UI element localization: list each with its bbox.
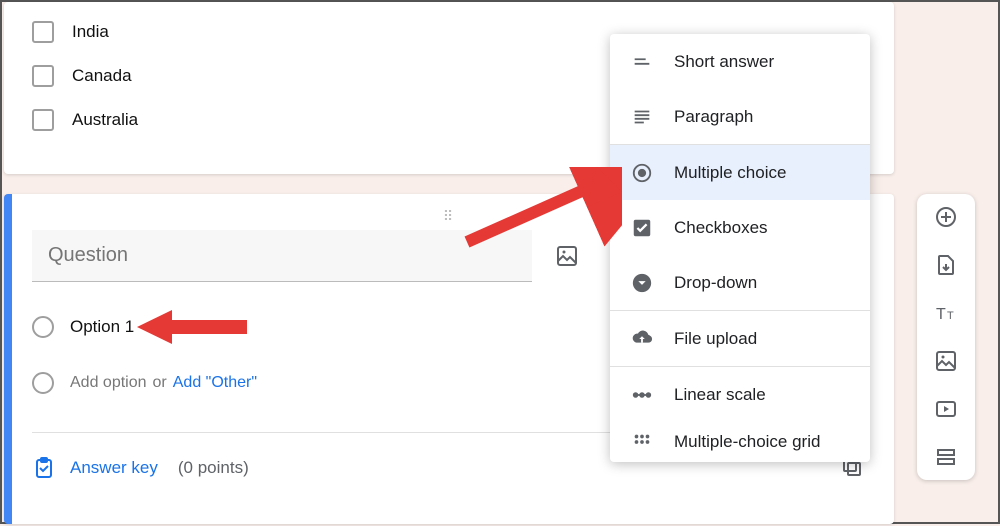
checkbox-checked-icon <box>630 216 654 240</box>
dropdown-item-multiple-choice[interactable]: Multiple choice <box>610 145 870 200</box>
dropdown-item-paragraph[interactable]: Paragraph <box>610 89 870 144</box>
checkbox-icon <box>32 21 54 43</box>
add-question-button[interactable] <box>933 204 959 230</box>
answer-key-icon <box>32 456 56 480</box>
dropdown-item-checkboxes[interactable]: Checkboxes <box>610 200 870 255</box>
radio-icon <box>32 316 54 338</box>
dropdown-item-label: Paragraph <box>674 107 753 127</box>
points-label: (0 points) <box>178 458 249 478</box>
dropdown-item-label: Linear scale <box>674 385 766 405</box>
option-label: Option 1 <box>70 317 134 337</box>
checkbox-icon <box>32 109 54 131</box>
dropdown-item-label: Checkboxes <box>674 218 768 238</box>
grid-icon <box>630 430 654 454</box>
checkbox-option-label: Australia <box>72 110 138 130</box>
add-video-button[interactable] <box>933 396 959 422</box>
question-title-input[interactable] <box>48 244 516 267</box>
cloud-upload-icon <box>630 327 654 351</box>
svg-text:T: T <box>936 306 946 323</box>
question-type-dropdown: Short answer Paragraph Multiple choice C… <box>610 34 870 462</box>
add-other-button[interactable]: Add "Other" <box>173 374 257 392</box>
dropdown-item-file-upload[interactable]: File upload <box>610 311 870 366</box>
question-input-wrap[interactable] <box>32 230 532 282</box>
dropdown-item-mc-grid[interactable]: Multiple-choice grid <box>610 422 870 462</box>
or-label: or <box>153 374 167 392</box>
dropdown-item-drop-down[interactable]: Drop-down <box>610 255 870 310</box>
side-toolbar: TT <box>917 194 975 480</box>
short-answer-icon <box>630 50 654 74</box>
checkbox-icon <box>32 65 54 87</box>
radio-icon <box>32 372 54 394</box>
checkbox-option-label: Canada <box>72 66 132 86</box>
linear-scale-icon <box>630 383 654 407</box>
add-image-icon[interactable] <box>554 243 580 269</box>
dropdown-item-label: Short answer <box>674 52 774 72</box>
import-questions-button[interactable] <box>933 252 959 278</box>
dropdown-item-linear-scale[interactable]: Linear scale <box>610 367 870 422</box>
dropdown-circle-icon <box>630 271 654 295</box>
dropdown-item-label: File upload <box>674 329 757 349</box>
add-option-button[interactable]: Add option <box>70 374 147 392</box>
svg-text:T: T <box>947 310 954 322</box>
add-title-button[interactable]: TT <box>933 300 959 326</box>
add-image-button[interactable] <box>933 348 959 374</box>
answer-key-button[interactable]: Answer key <box>70 458 158 478</box>
checkbox-option-label: India <box>72 22 109 42</box>
dropdown-item-label: Drop-down <box>674 273 757 293</box>
dropdown-item-label: Multiple-choice grid <box>674 432 820 452</box>
paragraph-icon <box>630 105 654 129</box>
dropdown-item-short-answer[interactable]: Short answer <box>610 34 870 89</box>
radio-selected-icon <box>630 161 654 185</box>
add-section-button[interactable] <box>933 444 959 470</box>
dropdown-item-label: Multiple choice <box>674 163 786 183</box>
